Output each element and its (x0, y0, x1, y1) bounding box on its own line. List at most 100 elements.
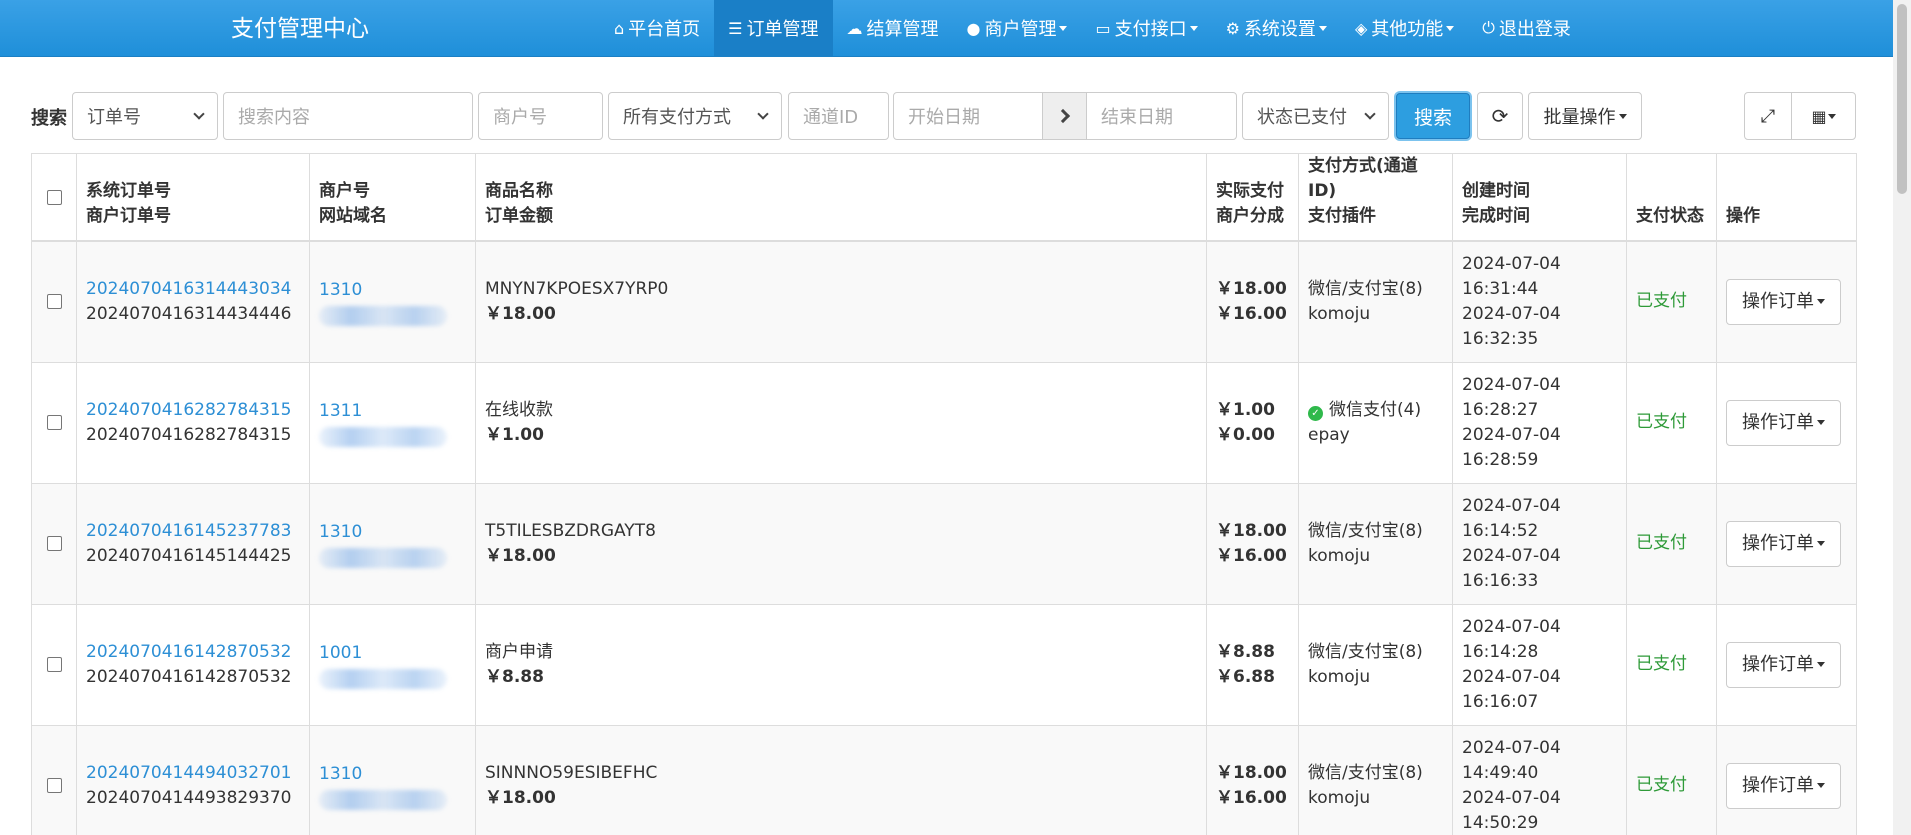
created-date: 2024-07-04 (1462, 616, 1561, 637)
table-header-row: 系统订单号商户订单号 商户号 网站域名 商品名称 订单金额 实际支付 商户分成 支付方… (31, 153, 1857, 242)
created-date: 2024-07-04 (1462, 737, 1561, 758)
order-action-button[interactable]: 操作订单 (1726, 520, 1841, 567)
mch-order-number: 2024070416142870532 (86, 666, 292, 687)
merchant-id-link[interactable]: 1310 (319, 762, 466, 787)
status-badge: 已支付 (1636, 412, 1687, 432)
amount-cell: ￥18.00 ￥16.00 (1206, 724, 1299, 835)
end-date-input[interactable]: 结束日期 (1086, 92, 1237, 140)
action-cell: 操作订单 (1716, 240, 1857, 363)
product-name: MNYN7KPOESX7YRP0 (485, 278, 669, 299)
col-product[interactable]: 商品名称 订单金额 (475, 153, 1207, 242)
product-name: SINNNO59ESIBEFHC (485, 762, 658, 783)
brand-title[interactable]: 支付管理中心 (231, 9, 369, 43)
caret-down-icon (1817, 420, 1825, 425)
col-mch-order-label: 商户订单号 (86, 206, 171, 226)
fullscreen-button[interactable]: ⤢ (1744, 92, 1792, 140)
status-select[interactable]: 状态已支付 (1242, 92, 1389, 140)
select-all-checkbox[interactable] (46, 189, 62, 205)
caret-down-icon (1827, 113, 1836, 119)
sys-order-link[interactable]: 2024070416142870532 (86, 640, 300, 665)
nav-item-5[interactable]: ⚙ 系统设置 (1212, 0, 1341, 56)
table-row[interactable]: 2024070416314443034 2024070416314434446 13… (31, 240, 1857, 363)
table-row[interactable]: 2024070416282784315 2024070416282784315 13… (31, 361, 1857, 484)
nav-item-7[interactable]: ⏻ 退出登录 (1468, 0, 1585, 56)
cube-icon: ◈ (1354, 18, 1368, 38)
sys-order-link[interactable]: 2024070416314443034 (86, 277, 300, 302)
time-cell: 2024-07-04 16:14:52 2024-07-04 16:16:33 (1452, 482, 1627, 605)
nav-item-label: 商户管理 (984, 19, 1057, 40)
merchant-id-input[interactable]: 商户号 (478, 92, 603, 140)
order-action-button[interactable]: 操作订单 (1726, 399, 1841, 446)
order-amount: ￥18.00 (485, 303, 556, 324)
row-checkbox[interactable] (46, 536, 62, 551)
search-type-select[interactable]: 订单号 (72, 92, 218, 140)
fullscreen-icon: ⤢ (1760, 105, 1776, 127)
row-checkbox[interactable] (46, 657, 62, 672)
row-checkbox[interactable] (46, 778, 62, 793)
scrollbar-thumb[interactable] (1897, 4, 1907, 194)
merchant-id-link[interactable]: 1310 (319, 278, 466, 303)
merchant-id-link[interactable]: 1311 (319, 399, 466, 424)
col-status[interactable]: 支付状态 (1626, 153, 1717, 242)
row-checkbox[interactable] (46, 415, 62, 430)
search-button[interactable]: 搜索 (1396, 93, 1470, 139)
top-navbar: 支付管理中心 ⌂ 平台首页 ☰ 订单管理 ☁ 结算管理 ● 商户管理 ▭ 支付接口 ⚙ 系统设置 ◈ 其他… (0, 0, 1893, 57)
caret-down-icon (1817, 662, 1825, 667)
merchant-id-link[interactable]: 1310 (319, 520, 466, 545)
nav-item-0[interactable]: ⌂ 平台首页 (600, 0, 714, 56)
chevron-down-icon (1364, 107, 1376, 120)
order-action-button[interactable]: 操作订单 (1726, 278, 1841, 325)
col-merchant[interactable]: 商户号 网站域名 (309, 153, 476, 242)
pay-method: 微信/支付宝(8) (1308, 762, 1423, 783)
page-scrollbar[interactable] (1893, 0, 1911, 835)
credit-card-icon: ▭ (1095, 18, 1111, 38)
row-checkbox[interactable] (46, 294, 62, 310)
order-amount: ￥1.00 (485, 424, 544, 445)
sys-order-link[interactable]: 2024070416145237783 (86, 519, 300, 544)
product-cell: 在线收款 ￥1.00 (475, 361, 1207, 484)
columns-toggle-button[interactable]: ▦ (1791, 92, 1856, 140)
search-content-input[interactable]: 搜索内容 (223, 92, 473, 140)
nav-item-2[interactable]: ☁ 结算管理 (833, 0, 953, 56)
search-toolbar: 搜索 订单号 搜索内容 商户号 所有支付方式 通道ID 开始日期 结束日期 状态… (0, 92, 1893, 140)
mch-order-number: 2024070416282784315 (86, 424, 292, 445)
col-sys-order-label: 系统订单号 (86, 181, 171, 201)
order-action-button[interactable]: 操作订单 (1726, 762, 1841, 809)
col-method[interactable]: 支付方式(通道ID) 支付插件 (1298, 153, 1453, 242)
nav-item-6[interactable]: ◈ 其他功能 (1341, 0, 1468, 56)
product-cell: MNYN7KPOESX7YRP0 ￥18.00 (475, 240, 1207, 363)
caret-down-icon (1817, 783, 1825, 788)
col-order[interactable]: 系统订单号商户订单号 (76, 153, 310, 242)
blurred-domain (319, 547, 447, 568)
row-select-cell (31, 361, 77, 484)
refresh-button[interactable]: ⟳ (1477, 92, 1523, 140)
pay-plugin: komoju (1308, 666, 1371, 687)
table-row[interactable]: 2024070416142870532 2024070416142870532 10… (31, 603, 1857, 726)
batch-operation-label: 批量操作 (1543, 107, 1616, 128)
row-select-cell (31, 240, 77, 363)
done-time: 16:16:33 (1462, 570, 1539, 591)
order-action-button[interactable]: 操作订单 (1726, 641, 1841, 688)
nav-item-3[interactable]: ● 商户管理 (953, 0, 1082, 56)
col-amount[interactable]: 实际支付 商户分成 (1206, 153, 1299, 242)
batch-operation-button[interactable]: 批量操作 (1528, 92, 1642, 140)
order-amount: ￥18.00 (485, 787, 556, 808)
sys-order-link[interactable]: 2024070416282784315 (86, 398, 300, 423)
nav-item-1[interactable]: ☰ 订单管理 (714, 0, 833, 56)
channel-id-input[interactable]: 通道ID (788, 92, 889, 140)
col-method-label: 支付方式(通道ID) (1308, 156, 1418, 201)
col-time[interactable]: 创建时间 完成时间 (1452, 153, 1627, 242)
nav-item-4[interactable]: ▭ 支付接口 (1081, 0, 1211, 56)
pay-plugin: komoju (1308, 303, 1371, 324)
start-date-input[interactable]: 开始日期 (893, 92, 1043, 140)
pay-method-select[interactable]: 所有支付方式 (608, 92, 782, 140)
gear-icon: ⚙ (1225, 18, 1240, 38)
table-row[interactable]: 2024070414494032701 2024070414493829370 13… (31, 724, 1857, 835)
sys-order-link[interactable]: 2024070414494032701 (86, 761, 300, 786)
col-created-label: 创建时间 (1462, 181, 1530, 201)
date-range-arrow-icon (1042, 92, 1087, 140)
table-row[interactable]: 2024070416145237783 2024070416145144425 13… (31, 482, 1857, 605)
merchant-id-link[interactable]: 1001 (319, 641, 466, 666)
status-badge: 已支付 (1636, 654, 1687, 674)
done-date: 2024-07-04 (1462, 424, 1561, 445)
